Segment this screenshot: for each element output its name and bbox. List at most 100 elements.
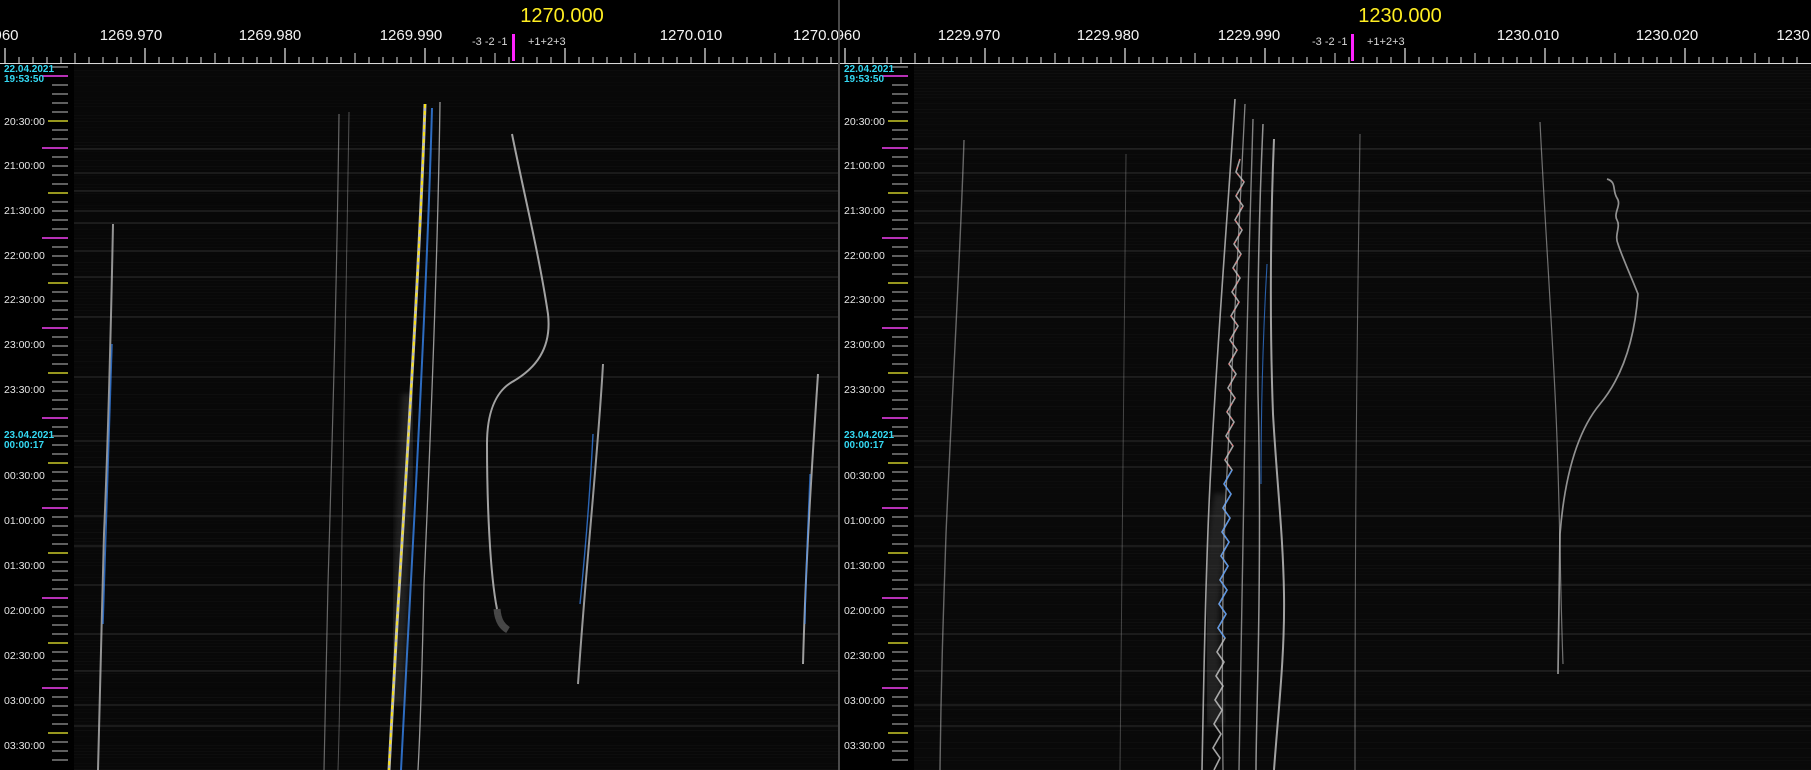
noise-band: [0, 280, 838, 281]
noise-band: [0, 103, 838, 104]
noise-band: [0, 166, 838, 167]
noise-band: [0, 199, 838, 200]
noise-band: [840, 700, 1811, 701]
noise-highlight: [0, 376, 838, 378]
noise-band: [0, 607, 838, 608]
noise-band: [0, 514, 838, 515]
noise-band: [0, 355, 838, 356]
noise-band: [840, 286, 1811, 287]
noise-band: [0, 313, 838, 314]
noise-band: [0, 565, 838, 566]
right-time-label: 22:30:00: [844, 294, 885, 306]
noise-band: [0, 502, 838, 503]
spectrogram-app: 960 1269.970 1269.980 1269.990 1270.010 …: [0, 0, 1811, 770]
noise-band: [0, 184, 838, 185]
noise-band: [0, 181, 838, 182]
noise-highlight: [0, 670, 838, 672]
noise-band: [840, 292, 1811, 293]
noise-band: [0, 322, 838, 323]
left-time-axis: 22.04.2021 19:53:50 23.04.2021 00:00:17 …: [0, 64, 74, 770]
right-offset-positive: +1+2+3: [1367, 36, 1405, 48]
noise-band: [840, 412, 1811, 413]
noise-band: [840, 499, 1811, 500]
noise-band: [0, 145, 838, 146]
right-frequency-ruler[interactable]: .960 1229.970 1229.980 1229.990 1230.010…: [840, 0, 1811, 64]
noise-band: [840, 358, 1811, 359]
noise-band: [0, 592, 838, 593]
noise-band: [840, 469, 1811, 470]
noise-band: [840, 79, 1811, 80]
noise-band: [0, 505, 838, 506]
noise-band: [0, 307, 838, 308]
left-waterfall-display[interactable]: 22.04.2021 19:53:50 23.04.2021 00:00:17 …: [0, 64, 838, 770]
noise-band: [840, 730, 1811, 731]
noise-band: [840, 367, 1811, 368]
noise-band: [0, 469, 838, 470]
noise-band: [0, 676, 838, 677]
noise-band: [840, 505, 1811, 506]
noise-band: [0, 82, 838, 83]
noise-band: [840, 556, 1811, 557]
right-time-label: 21:00:00: [844, 160, 885, 172]
noise-band: [840, 694, 1811, 695]
noise-band: [840, 763, 1811, 764]
noise-band: [0, 493, 838, 494]
noise-band: [840, 301, 1811, 302]
noise-band: [0, 508, 838, 509]
noise-band: [840, 760, 1811, 761]
right-time-label: 22:00:00: [844, 250, 885, 262]
left-center-marker[interactable]: [512, 34, 515, 61]
noise-band: [0, 595, 838, 596]
noise-band: [840, 724, 1811, 725]
noise-band: [0, 379, 838, 380]
noise-band: [840, 514, 1811, 515]
left-frequency-ruler[interactable]: 960 1269.970 1269.980 1269.990 1270.010 …: [0, 0, 838, 64]
noise-band: [0, 352, 838, 353]
noise-band: [840, 475, 1811, 476]
noise-band: [840, 490, 1811, 491]
noise-band: [0, 559, 838, 560]
noise-band: [840, 415, 1811, 416]
noise-band: [0, 76, 838, 77]
right-time-label: 02:30:00: [844, 650, 885, 662]
noise-band: [0, 160, 838, 161]
noise-band: [0, 655, 838, 656]
noise-band: [840, 451, 1811, 452]
noise-band: [840, 184, 1811, 185]
noise-band: [840, 421, 1811, 422]
noise-band: [840, 373, 1811, 374]
noise-band: [0, 187, 838, 188]
right-time-label: 03:00:00: [844, 695, 885, 707]
noise-band: [0, 349, 838, 350]
noise-band: [840, 649, 1811, 650]
noise-band: [0, 97, 838, 98]
noise-band: [0, 496, 838, 497]
noise-band: [0, 133, 838, 134]
noise-band: [840, 439, 1811, 440]
noise-band: [0, 541, 838, 542]
noise-band: [0, 298, 838, 299]
noise-band: [840, 274, 1811, 275]
left-time-label: 21:00:00: [4, 160, 45, 172]
noise-band: [0, 532, 838, 533]
noise-band: [840, 154, 1811, 155]
right-waterfall-display[interactable]: 22.04.2021 19:53:50 23.04.2021 00:00:17 …: [840, 64, 1811, 770]
noise-band: [840, 442, 1811, 443]
noise-band: [840, 745, 1811, 746]
noise-band: [840, 403, 1811, 404]
noise-band: [840, 355, 1811, 356]
noise-band: [840, 232, 1811, 233]
right-second-time: 00:00:17: [844, 440, 885, 451]
noise-band: [0, 79, 838, 80]
noise-highlight: [840, 440, 1811, 442]
noise-band: [840, 256, 1811, 257]
right-freq-label-7: 1230: [1776, 27, 1810, 44]
right-freq-label-6: 1230.020: [1635, 27, 1699, 44]
noise-band: [840, 247, 1811, 248]
right-center-marker[interactable]: [1351, 34, 1354, 61]
left-time-label: 01:00:00: [4, 515, 45, 527]
noise-highlight: [840, 466, 1811, 468]
left-time-label: 02:30:00: [4, 650, 45, 662]
noise-band: [840, 454, 1811, 455]
left-freq-label-3: 1269.980: [238, 27, 302, 44]
